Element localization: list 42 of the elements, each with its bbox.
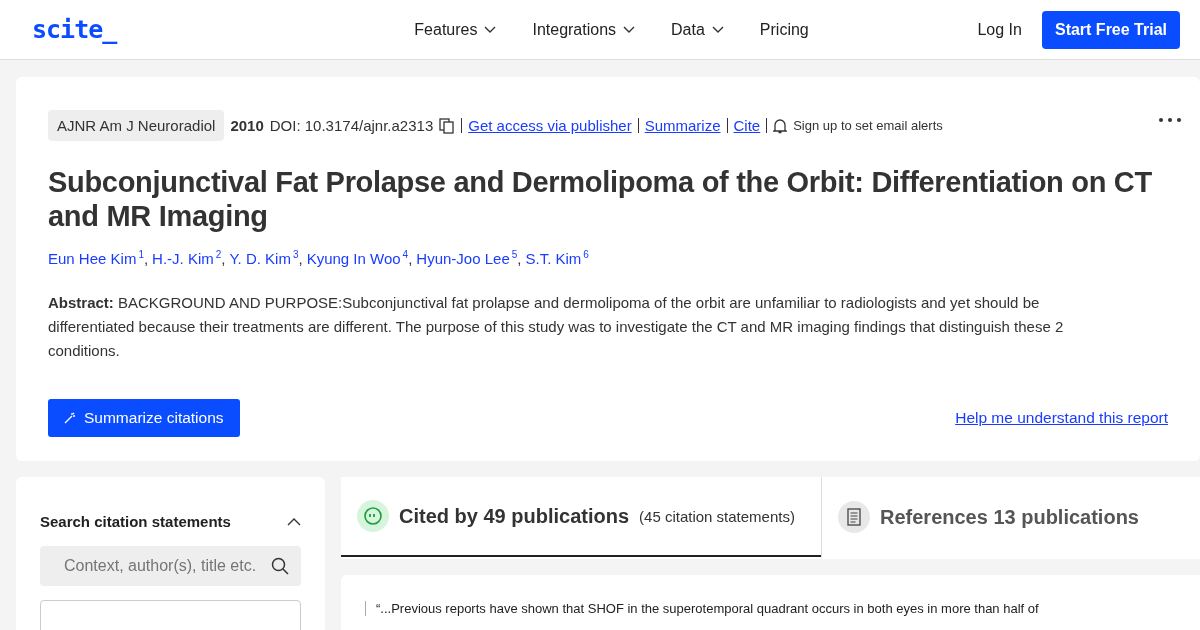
email-alerts-link[interactable]: Sign up to set email alerts xyxy=(793,118,943,133)
tab[interactable]: References 13 publications xyxy=(821,477,1155,559)
document-icon xyxy=(838,501,870,533)
summarize-citations-button[interactable]: Summarize citations xyxy=(48,399,240,437)
paper-title: Subconjunctival Fat Prolapse and Dermolipoma of the Orbit: Differentiation on CT and MR Imaging xyxy=(48,165,1153,233)
year: 2010 xyxy=(230,117,264,134)
author-link[interactable]: H.-J. Kim$^{2}$ xyxy=(152,250,222,267)
nav-link[interactable]: Pricing xyxy=(759,20,809,39)
help-link[interactable]: Help me understand this report xyxy=(955,409,1168,427)
nav-link[interactable]: Features xyxy=(414,20,497,39)
journal-tag: AJNR Am J Neuroradiol xyxy=(48,110,225,141)
abstract: Abstract: BACKGROUND AND PURPOSE:Subconjunctival fat prolapse and dermolipoma of the orbit are unfamiliar to radiologists and yet should be differentiated because their treatments are different. The purpose of this study was to investigate the CT and MR imaging findings that distinguish these 2 conditions. xyxy=(48,293,1065,361)
copy-icon[interactable] xyxy=(439,117,456,134)
filter-field[interactable] xyxy=(40,600,301,630)
start-trial-button[interactable]: Start Free Trial xyxy=(1041,10,1180,49)
search-icon xyxy=(271,557,289,575)
author-link[interactable]: Hyun-Joo Lee$^{5}$ xyxy=(416,250,518,267)
separator: , xyxy=(517,250,522,267)
author-link[interactable]: Eun Hee Kim$^{1}$ xyxy=(48,250,144,267)
link[interactable]: Summarize xyxy=(644,117,721,134)
tab[interactable]: Cited by 49 publications (45 citation statements) xyxy=(341,477,821,557)
nav-link[interactable]: Data xyxy=(671,20,724,39)
link[interactable]: Get access via publisher xyxy=(468,117,632,134)
link[interactable]: Cite xyxy=(733,117,761,134)
sidebar-title: Search citation statements xyxy=(40,513,231,530)
author-link[interactable]: Y. D. Kim$^{3}$ xyxy=(229,250,299,267)
separator: , xyxy=(298,250,303,267)
chevron-up-icon[interactable] xyxy=(287,517,301,526)
author-link[interactable]: Kyung In Woo$^{4}$ xyxy=(306,250,409,267)
bell-icon[interactable] xyxy=(773,117,788,134)
search-field[interactable]: Context, author(s), title etc. xyxy=(40,546,301,586)
separator: , xyxy=(143,250,149,267)
separator: , xyxy=(408,250,413,267)
doi: DOI: 10.3174/ajnr.a2313 xyxy=(269,117,434,134)
speech-bubble-icon xyxy=(357,500,389,532)
author-link[interactable]: S.T. Kim$^{6}$ xyxy=(525,250,589,267)
wand-icon xyxy=(64,412,76,424)
nav-link[interactable]: Integrations xyxy=(532,20,636,39)
logo[interactable]: scite_ xyxy=(32,15,117,44)
separator: , xyxy=(221,250,226,267)
login-link[interactable]: Log In xyxy=(977,20,1022,39)
citation-quote: “...Previous reports have shown that SHOF in the superotemporal quadrant occurs in both eyes in more than half of xyxy=(365,601,1176,616)
